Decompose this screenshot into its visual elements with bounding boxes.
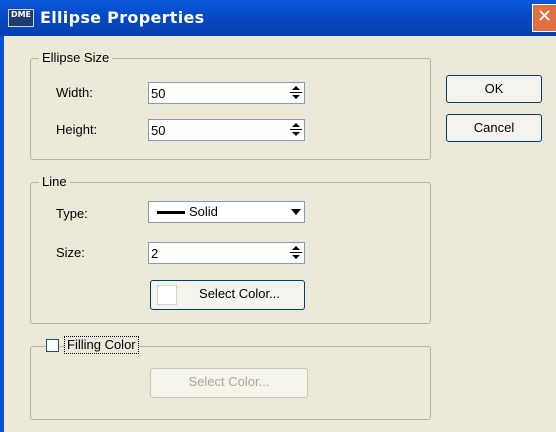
ellipse-size-legend: Ellipse Size: [39, 50, 113, 66]
ellipse-properties-dialog: DME Ellipse Properties ✕ Ellipse Size Wi…: [0, 0, 556, 432]
line-select-color-button[interactable]: Select Color...: [150, 280, 305, 310]
filling-color-label[interactable]: Filling Color: [64, 336, 139, 354]
dropdown-arrow-icon[interactable]: [287, 203, 303, 221]
cancel-label: Cancel: [473, 120, 515, 135]
spin-down-icon[interactable]: [289, 93, 303, 102]
width-input[interactable]: [151, 84, 281, 102]
line-type-value: Solid: [189, 204, 218, 219]
line-size-input[interactable]: [151, 244, 281, 262]
width-label: Width:: [56, 85, 93, 100]
line-select-color-label: Select Color...: [199, 286, 280, 301]
line-legend: Line: [39, 174, 70, 190]
filling-color-checkbox[interactable]: [46, 339, 59, 352]
height-input[interactable]: [151, 121, 281, 139]
app-icon: DME: [8, 9, 34, 27]
fill-select-color-label: Select Color...: [188, 374, 270, 389]
height-spinner[interactable]: [148, 119, 305, 141]
spin-down-icon[interactable]: [289, 130, 303, 139]
window-title: Ellipse Properties: [40, 8, 205, 27]
line-type-label: Type:: [56, 206, 88, 221]
height-spin-buttons[interactable]: [289, 121, 303, 139]
line-style-swatch: [157, 211, 185, 214]
height-label: Height:: [56, 122, 98, 137]
title-bar[interactable]: DME Ellipse Properties ✕: [0, 0, 556, 36]
cancel-button[interactable]: Cancel: [446, 114, 542, 142]
line-size-label: Size:: [56, 245, 85, 260]
fill-select-color-button[interactable]: Select Color...: [150, 368, 308, 398]
ok-label: OK: [484, 81, 504, 96]
ok-button[interactable]: OK: [446, 75, 542, 103]
close-icon[interactable]: ✕: [532, 4, 556, 32]
width-spin-buttons[interactable]: [289, 84, 303, 102]
ellipse-size-group: Ellipse Size: [30, 50, 431, 160]
window-frame-left: [0, 36, 4, 432]
line-type-select[interactable]: Solid: [148, 201, 305, 223]
width-spinner[interactable]: [148, 82, 305, 104]
line-color-swatch: [157, 285, 177, 305]
spin-down-icon[interactable]: [289, 253, 303, 262]
line-size-spin-buttons[interactable]: [289, 244, 303, 262]
line-size-spinner[interactable]: [148, 242, 305, 264]
